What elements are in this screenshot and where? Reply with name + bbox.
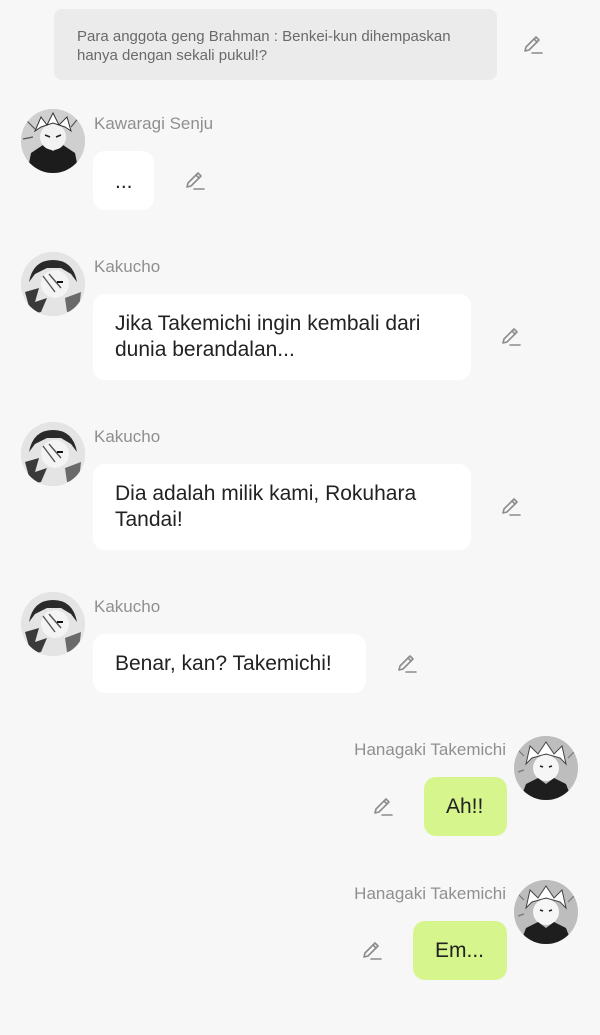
- sender-name: Hanagaki Takemichi: [354, 884, 506, 903]
- avatar-hanagaki-takemichi[interactable]: [514, 880, 578, 944]
- message-text: ...: [115, 170, 133, 193]
- avatar-kakucho[interactable]: [21, 252, 85, 316]
- edit-icon[interactable]: [521, 33, 545, 57]
- edit-icon[interactable]: [395, 652, 419, 676]
- avatar-kakucho[interactable]: [21, 592, 85, 656]
- edit-icon[interactable]: [499, 495, 523, 519]
- message-text: Em...: [435, 939, 485, 962]
- message-bubble: Em...: [413, 921, 507, 980]
- edit-icon[interactable]: [371, 795, 395, 819]
- message-text: Jika Takemichi ingin kembali dari dunia …: [115, 312, 421, 361]
- sender-name: Kawaragi Senju: [94, 114, 214, 133]
- avatar-kakucho[interactable]: [21, 422, 85, 486]
- edit-icon[interactable]: [183, 169, 207, 193]
- edit-icon[interactable]: [499, 325, 523, 349]
- message-bubble: Benar, kan? Takemichi!: [93, 634, 366, 693]
- narration-bubble: Para anggota geng Brahman : Benkei-kun d…: [54, 9, 497, 80]
- narration-text: Para anggota geng Brahman : Benkei-kun d…: [77, 28, 451, 64]
- avatar-hanagaki-takemichi[interactable]: [514, 736, 578, 800]
- message-bubble: Jika Takemichi ingin kembali dari dunia …: [93, 294, 471, 380]
- message-bubble: ...: [93, 151, 154, 210]
- message-text: Benar, kan? Takemichi!: [115, 652, 332, 675]
- sender-name: Kakucho: [94, 257, 161, 276]
- message-bubble: Dia adalah milik kami, Rokuhara Tandai!: [93, 464, 471, 550]
- message-text: Dia adalah milik kami, Rokuhara Tandai!: [115, 482, 417, 531]
- sender-name: Kakucho: [94, 427, 161, 446]
- sender-name: Hanagaki Takemichi: [354, 740, 506, 759]
- message-text: Ah!!: [446, 795, 484, 818]
- message-bubble: Ah!!: [424, 777, 507, 836]
- avatar-kawaragi-senju[interactable]: [21, 109, 85, 173]
- sender-name: Kakucho: [94, 597, 161, 616]
- edit-icon[interactable]: [360, 939, 384, 963]
